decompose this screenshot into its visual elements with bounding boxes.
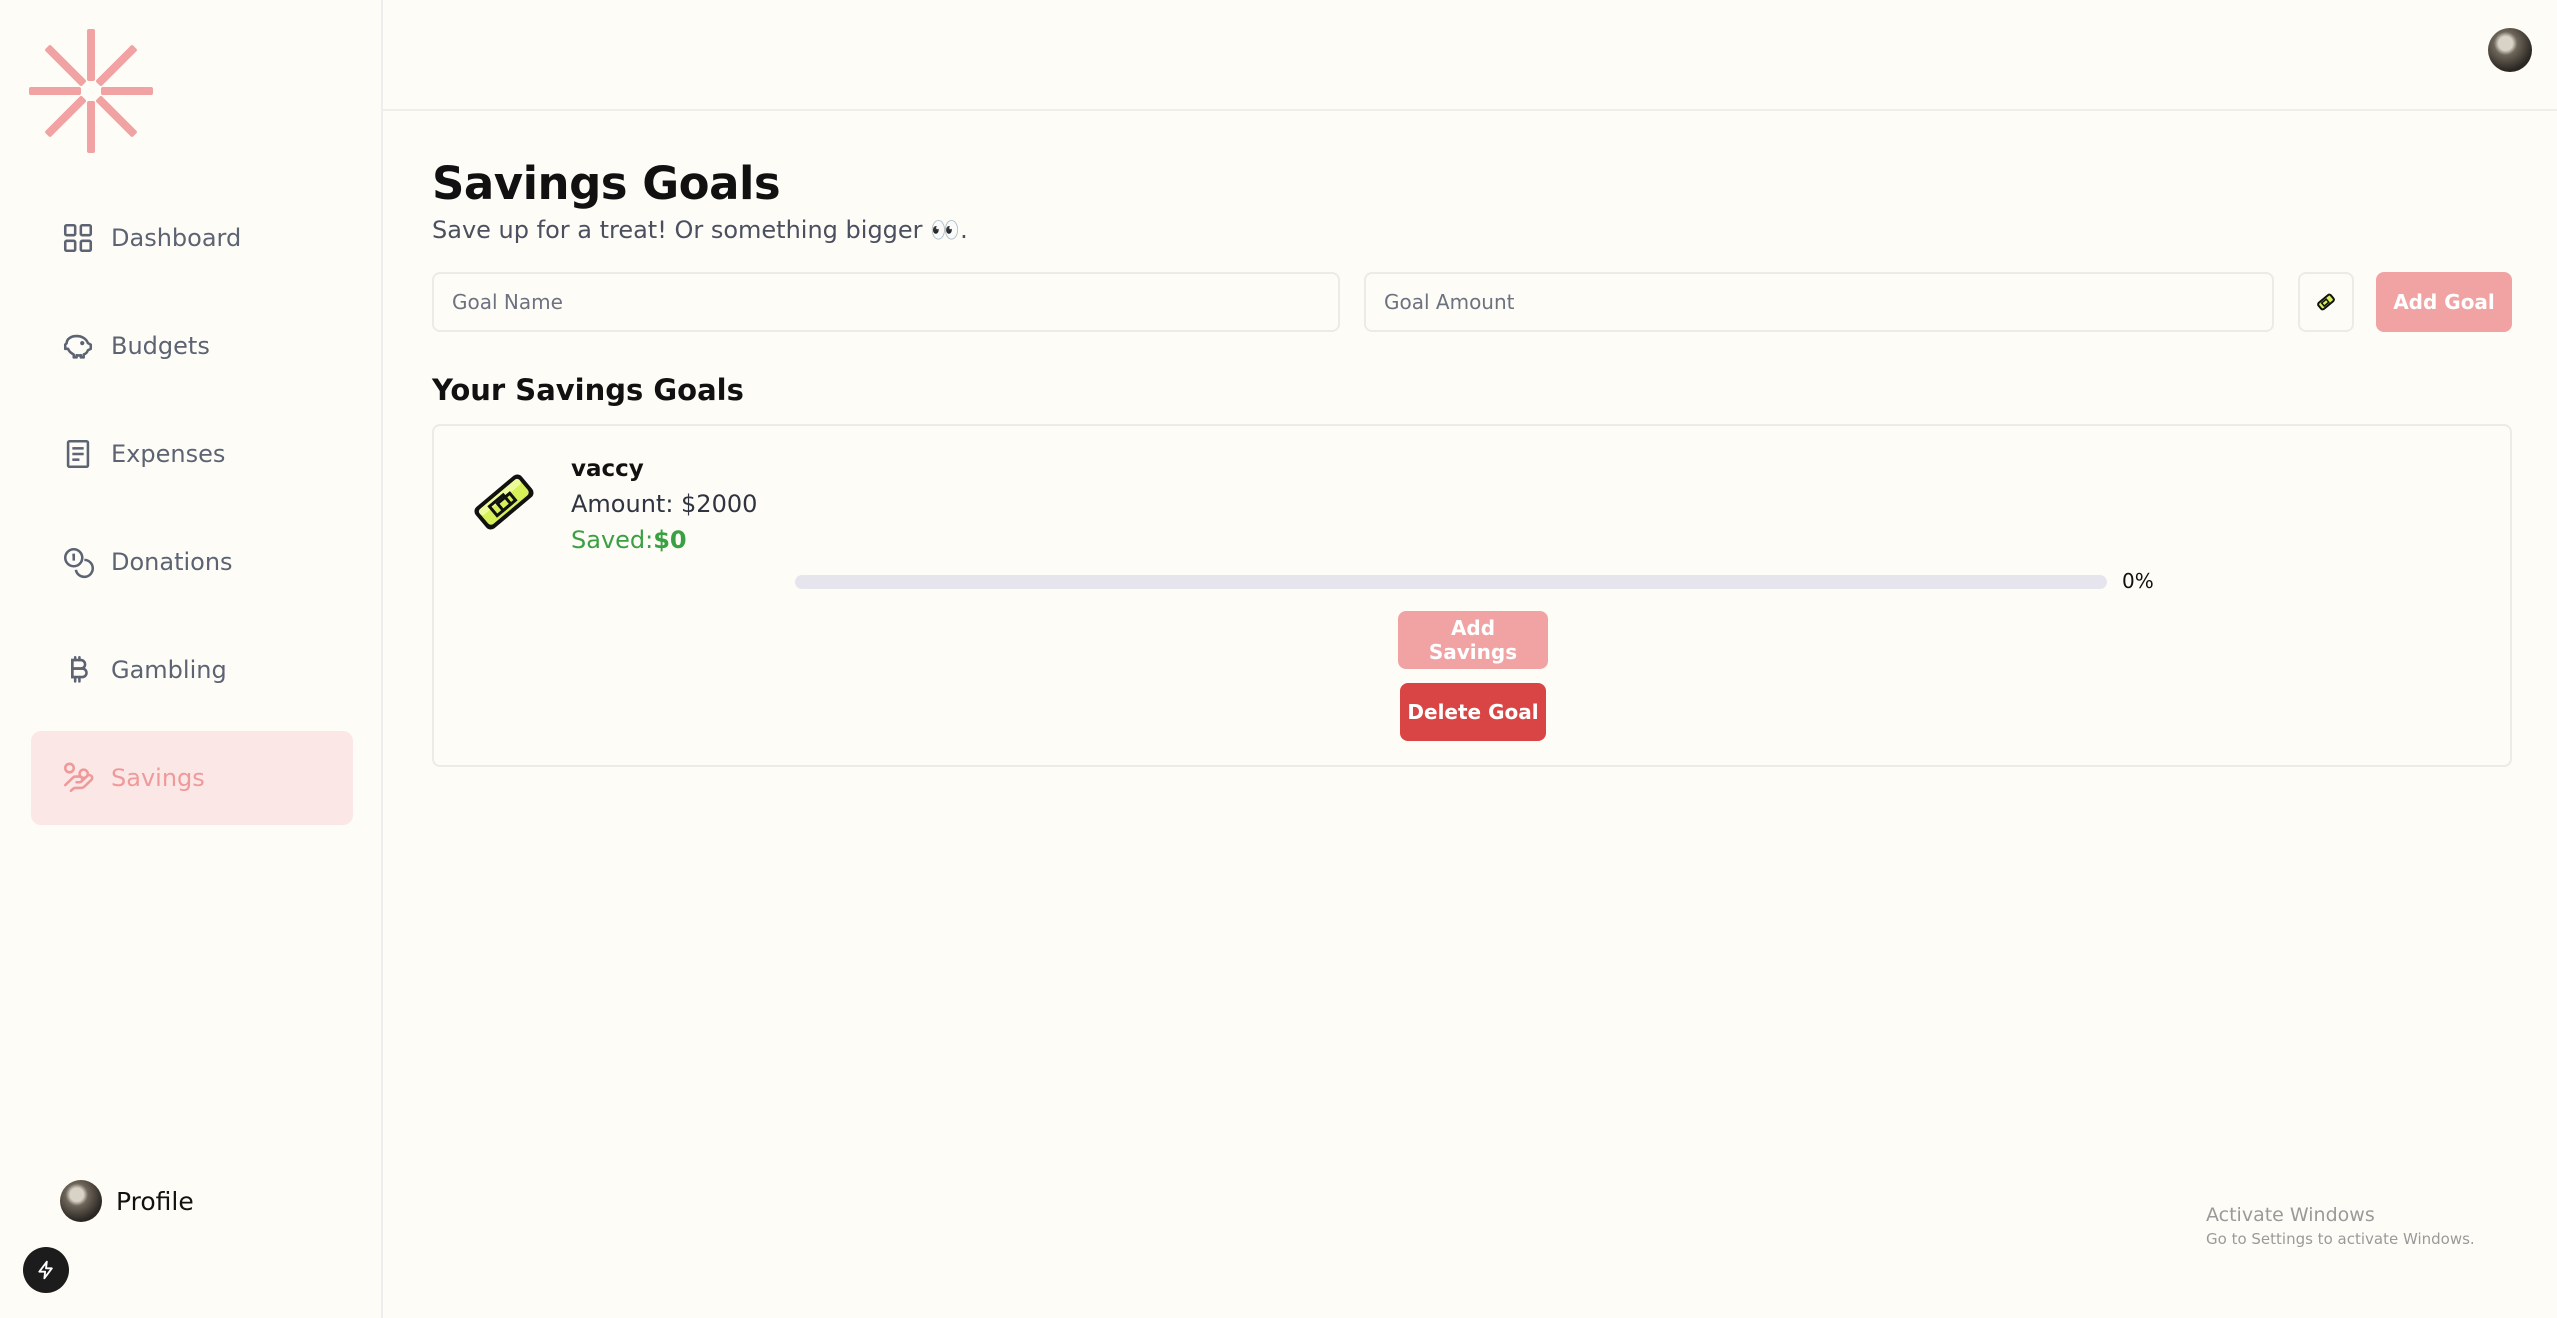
goal-saved-value: $0 [653,526,687,554]
page-title: Savings Goals [432,157,781,210]
add-savings-button[interactable]: Add Savings [1398,611,1548,669]
eyes-emoji: 👀 [930,216,961,244]
pencil-emoji-icon [2317,293,2335,311]
sidebar-item-dashboard[interactable]: Dashboard [31,191,353,285]
profile-label: Profile [116,1186,194,1216]
sidebar-item-gambling[interactable]: Gambling [31,623,353,717]
coins-icon [63,547,94,579]
hand-coins-icon [63,762,94,793]
sidebar-item-budgets[interactable]: Budgets [31,299,353,393]
page-subtitle: Save up for a treat! Or something bigger… [432,216,968,244]
sidebar: Dashboard Budgets Expenses Donations Gam… [0,0,383,1318]
sidebar-item-label: Dashboard [111,224,242,252]
piggy-bank-icon [63,334,93,359]
goal-amount: Amount: $2000 [571,490,758,518]
grid-icon [63,223,93,253]
sidebar-item-label: Gambling [111,656,227,684]
top-bar [383,0,2557,111]
profile-link[interactable]: Profile [60,1180,194,1222]
subtitle-text: Save up for a treat! Or something bigger [432,216,923,244]
add-goal-form: Add Goal [432,272,2512,332]
goal-saved: Saved:$0 [571,526,687,554]
sidebar-nav: Dashboard Budgets Expenses Donations Gam… [31,191,353,839]
sidebar-item-label: Budgets [111,332,210,360]
pencil-emoji-icon [474,474,534,530]
asterisk-burst-icon[interactable] [28,28,154,154]
goals-section-heading: Your Savings Goals [432,373,744,407]
goal-name-input[interactable] [432,272,1340,332]
progress-bar [795,575,2107,589]
goal-card: vaccy Amount: $2000 Saved:$0 0% Add Savi… [432,424,2512,767]
sidebar-item-label: Expenses [111,440,226,468]
goal-amount-input[interactable] [1364,272,2274,332]
sidebar-item-expenses[interactable]: Expenses [31,407,353,501]
subtitle-end: . [960,216,968,244]
watermark-line2: Go to Settings to activate Windows. [2206,1230,2475,1248]
delete-goal-button[interactable]: Delete Goal [1400,683,1546,741]
watermark-line1: Activate Windows [2206,1204,2375,1226]
sidebar-item-savings[interactable]: Savings [31,731,353,825]
windows-activation-watermark: Activate Windows Go to Settings to activ… [2206,1204,2475,1248]
sidebar-item-label: Donations [111,548,233,576]
progress-percent: 0% [2122,569,2154,593]
receipt-icon [66,439,90,469]
user-avatar[interactable] [2488,28,2532,72]
sidebar-item-donations[interactable]: Donations [31,515,353,609]
emoji-picker-button[interactable] [2298,272,2354,332]
avatar [60,1180,102,1222]
bolt-icon[interactable] [23,1247,69,1293]
sidebar-item-label: Savings [111,764,205,792]
goal-name: vaccy [571,456,644,482]
add-goal-button[interactable]: Add Goal [2376,272,2512,332]
bitcoin-icon [71,655,88,683]
goal-saved-label: Saved: [571,526,654,554]
